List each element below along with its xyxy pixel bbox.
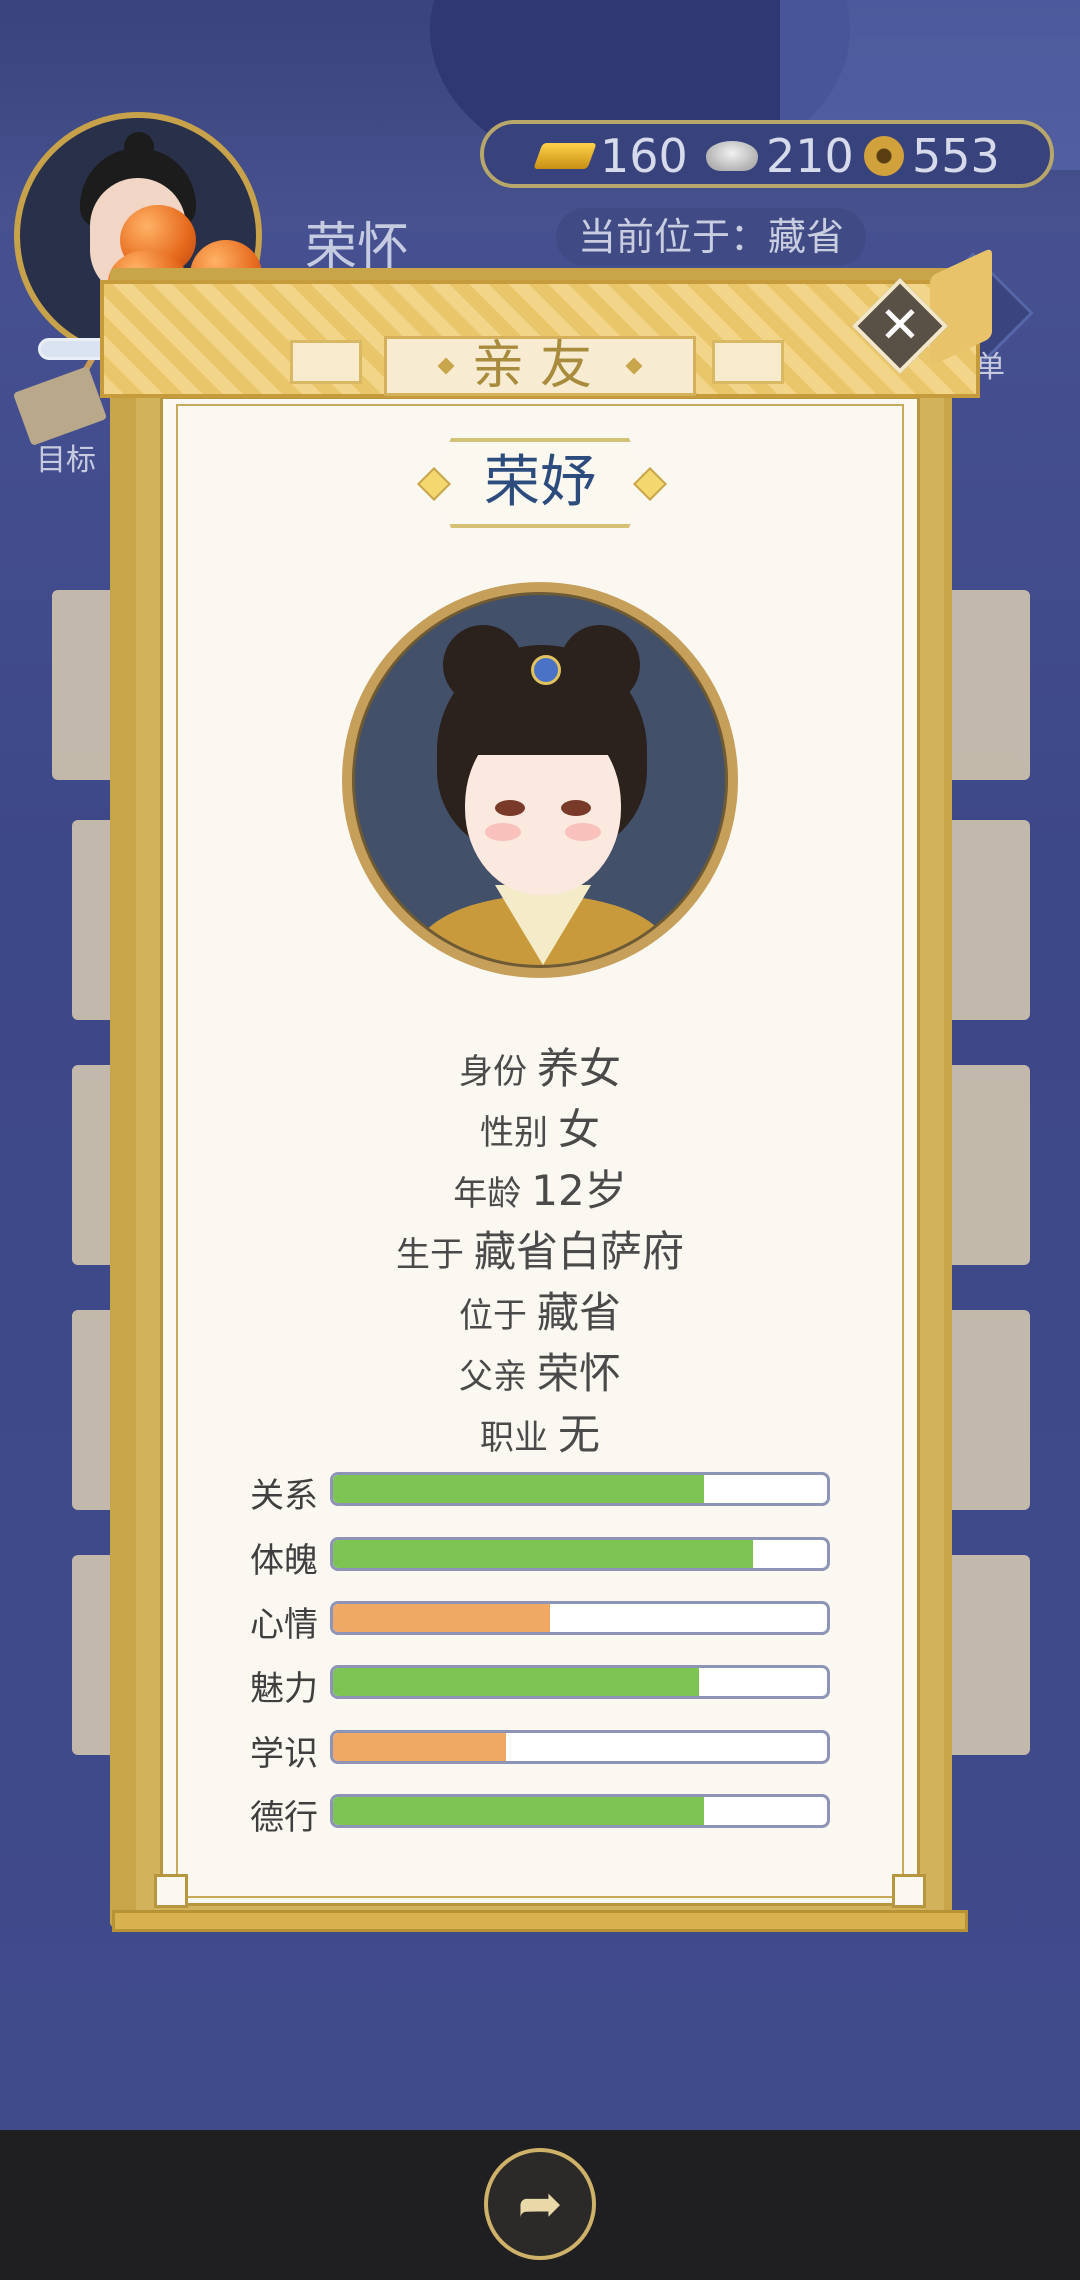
stat-bar-relation [330,1472,830,1506]
info-value: 藏省 [536,1288,621,1337]
stat-fill [333,1797,704,1825]
portrait-hair-bun [443,625,523,705]
silver-count: 210 [766,129,854,183]
background-card [940,820,1030,1020]
stat-bar-virtue [330,1794,830,1828]
stat-fill [333,1604,551,1632]
portrait-eye [561,800,591,816]
info-value: 荣怀 [536,1349,621,1398]
stat-label-relation: 关系 [250,1476,318,1516]
frame-corner [154,1874,188,1908]
info-value: 养女 [536,1044,621,1093]
silver-resource: 210 [706,126,854,186]
portrait-eye [495,800,525,816]
stat-label-mood: 心情 [250,1605,318,1645]
info-key: 身份 [458,1052,527,1092]
background-card [940,1555,1030,1755]
gold-resource: 160 [533,126,688,186]
stat-bar-knowledge [330,1730,830,1764]
info-key: 性别 [479,1113,548,1153]
share-icon[interactable]: ➦ [484,2148,596,2260]
info-row-age: 年龄 12岁 [0,1157,1080,1218]
info-row-birthplace: 生于 藏省白萨府 [0,1218,1080,1279]
info-key: 位于 [458,1296,527,1336]
coin-icon [864,136,904,176]
close-icon[interactable]: ✕ [874,294,926,356]
portrait-hair-bun [560,625,640,705]
location-text: 当前位于：藏省 [556,208,866,266]
info-key: 年龄 [453,1174,522,1214]
stat-label-virtue: 德行 [250,1798,318,1838]
silver-ingot-icon [706,141,758,171]
modal-title: 亲友 [384,336,696,396]
gold-count: 160 [600,129,688,183]
coin-resource: 553 [864,126,1000,186]
avatar-bun [124,132,154,162]
header-tab-left [290,340,362,384]
info-value: 无 [557,1410,600,1459]
person-name: 荣妤 [484,450,596,515]
info-row-father: 父亲 荣怀 [0,1340,1080,1401]
stat-fill [333,1475,704,1503]
portrait-bangs [459,695,627,755]
resource-bar: 160 210 553 [480,120,1054,188]
info-key: 父亲 [458,1357,527,1397]
stat-bar-mood [330,1601,830,1635]
goal-label[interactable]: 目标 [36,435,96,479]
info-key: 职业 [479,1418,548,1458]
info-key: 生于 [395,1235,464,1275]
info-value: 藏省白萨府 [473,1227,684,1276]
header-tab-right [712,340,784,384]
stat-fill [333,1540,753,1568]
modal-bottom-roller [112,1910,968,1932]
stat-fill [333,1733,506,1761]
info-row-identity: 身份 养女 [0,1035,1080,1096]
coin-count: 553 [912,129,1000,183]
person-portrait [352,592,728,968]
stat-bar-charm [330,1665,830,1699]
stat-bar-physique [330,1537,830,1571]
gold-ingot-icon [533,143,597,169]
portrait-blush [485,823,521,841]
frame-corner [892,1874,926,1908]
info-row-occupation: 职业无 [0,1401,1080,1462]
portrait-blush [565,823,601,841]
info-value: 12岁 [531,1166,627,1215]
info-row-location: 位于 藏省 [0,1279,1080,1340]
info-value: 女 [557,1105,600,1154]
info-row-gender: 性别女 [0,1096,1080,1157]
stat-label-physique: 体魄 [250,1541,318,1581]
stat-label-charm: 魅力 [250,1669,318,1709]
portrait-jewel-icon [531,655,561,685]
stat-label-knowledge: 学识 [250,1734,318,1774]
stat-fill [333,1668,699,1696]
